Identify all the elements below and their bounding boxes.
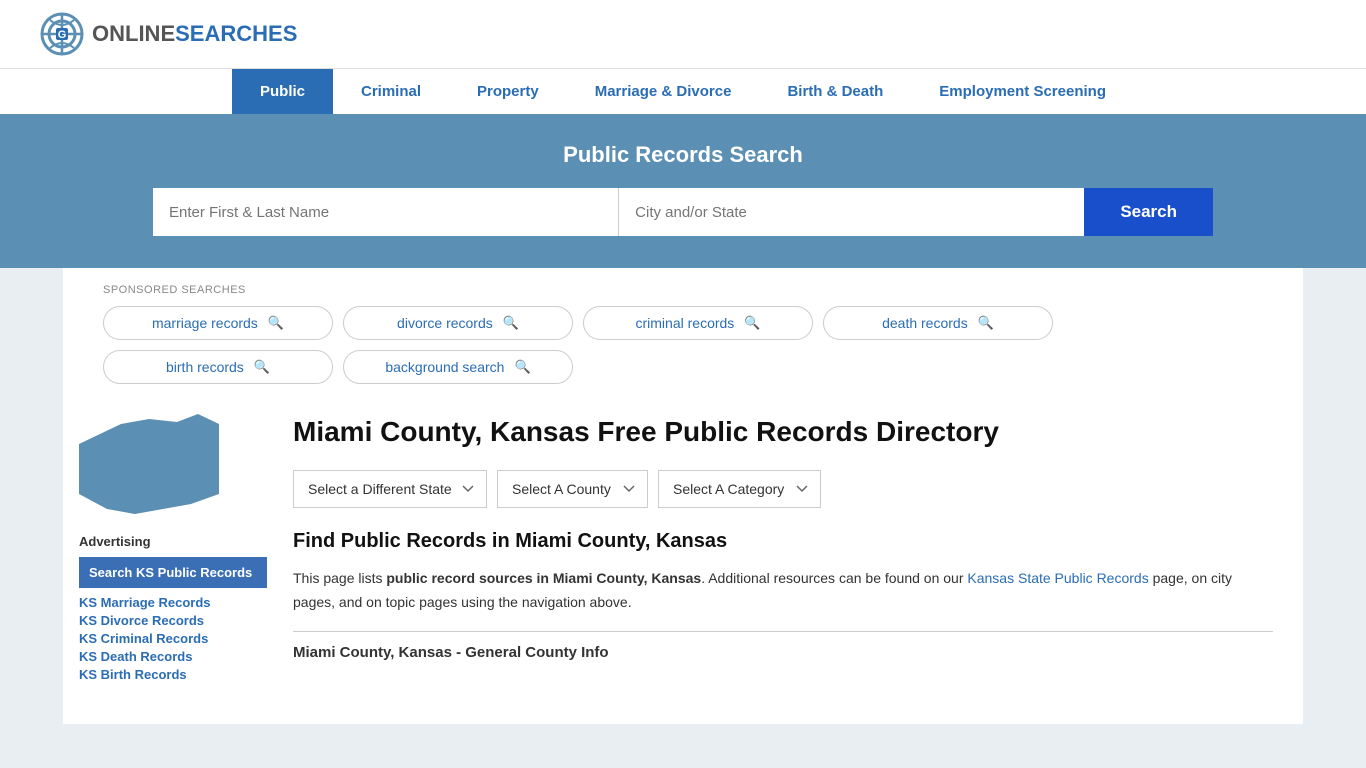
desc-bold: public record sources in Miami County, K… bbox=[386, 570, 701, 586]
sidebar-item-death[interactable]: KS Death Records bbox=[79, 648, 267, 664]
sidebar-link-birth[interactable]: KS Birth Records bbox=[79, 667, 187, 682]
logo-icon: G bbox=[40, 12, 84, 56]
county-dropdown[interactable]: Select A County bbox=[497, 470, 648, 508]
pill-criminal-link[interactable]: criminal records bbox=[636, 315, 735, 331]
advertising-label: Advertising bbox=[79, 534, 267, 549]
name-input[interactable] bbox=[153, 188, 619, 236]
logo-text: ONLINESEARCHES bbox=[92, 21, 297, 47]
sidebar-link-criminal[interactable]: KS Criminal Records bbox=[79, 631, 208, 646]
nav-employment[interactable]: Employment Screening bbox=[911, 69, 1134, 114]
nav-marriage-divorce[interactable]: Marriage & Divorce bbox=[567, 69, 760, 114]
logo[interactable]: G ONLINESEARCHES bbox=[40, 12, 297, 56]
pills-container: marriage records 🔍 divorce records 🔍 cri… bbox=[103, 306, 1263, 384]
category-dropdown[interactable]: Select A Category bbox=[658, 470, 821, 508]
ad-highlight[interactable]: Search KS Public Records bbox=[79, 557, 267, 588]
dropdowns: Select a Different State Select A County… bbox=[293, 470, 1273, 508]
nav-criminal[interactable]: Criminal bbox=[333, 69, 449, 114]
hero-banner: Public Records Search Search bbox=[0, 114, 1366, 268]
sidebar: Advertising Search KS Public Records KS … bbox=[63, 394, 283, 704]
desc-link[interactable]: Kansas State Public Records bbox=[967, 570, 1148, 586]
find-title: Find Public Records in Miami County, Kan… bbox=[293, 530, 1273, 553]
search-icon: 🔍 bbox=[744, 315, 760, 331]
hero-section: Public Records Search Search bbox=[0, 114, 1366, 268]
sidebar-item-divorce[interactable]: KS Divorce Records bbox=[79, 612, 267, 628]
sponsored-section: SPONSORED SEARCHES marriage records 🔍 di… bbox=[63, 268, 1303, 394]
desc-text-1: This page lists bbox=[293, 570, 386, 586]
pill-divorce-link[interactable]: divorce records bbox=[397, 315, 493, 331]
sidebar-link-marriage[interactable]: KS Marriage Records bbox=[79, 595, 211, 610]
search-icon: 🔍 bbox=[503, 315, 519, 331]
pill-criminal[interactable]: criminal records 🔍 bbox=[583, 306, 813, 340]
pill-death-link[interactable]: death records bbox=[882, 315, 968, 331]
nav-property[interactable]: Property bbox=[449, 69, 567, 114]
state-dropdown[interactable]: Select a Different State bbox=[293, 470, 487, 508]
pill-marriage[interactable]: marriage records 🔍 bbox=[103, 306, 333, 340]
pill-divorce[interactable]: divorce records 🔍 bbox=[343, 306, 573, 340]
pill-death[interactable]: death records 🔍 bbox=[823, 306, 1053, 340]
sidebar-item-birth[interactable]: KS Birth Records bbox=[79, 666, 267, 682]
sidebar-item-criminal[interactable]: KS Criminal Records bbox=[79, 630, 267, 646]
search-bar: Search bbox=[153, 188, 1213, 236]
nav-public[interactable]: Public bbox=[232, 69, 333, 114]
description: This page lists public record sources in… bbox=[293, 567, 1273, 615]
search-button[interactable]: Search bbox=[1084, 188, 1213, 236]
pill-background-link[interactable]: background search bbox=[385, 359, 504, 375]
content-area: Advertising Search KS Public Records KS … bbox=[63, 394, 1303, 724]
main-nav: Public Criminal Property Marriage & Divo… bbox=[0, 68, 1366, 114]
main-content: Miami County, Kansas Free Public Records… bbox=[283, 394, 1303, 704]
section-title: Miami County, Kansas - General County In… bbox=[293, 631, 1273, 661]
sidebar-item-marriage[interactable]: KS Marriage Records bbox=[79, 594, 267, 610]
pill-birth[interactable]: birth records 🔍 bbox=[103, 350, 333, 384]
desc-text-2: . Additional resources can be found on o… bbox=[701, 570, 967, 586]
svg-text:G: G bbox=[58, 29, 67, 41]
sidebar-link-divorce[interactable]: KS Divorce Records bbox=[79, 613, 204, 628]
sponsored-label: SPONSORED SEARCHES bbox=[103, 284, 1263, 296]
page-title: Miami County, Kansas Free Public Records… bbox=[293, 414, 1273, 450]
location-input[interactable] bbox=[619, 188, 1084, 236]
pill-marriage-link[interactable]: marriage records bbox=[152, 315, 258, 331]
state-map bbox=[79, 414, 219, 514]
search-icon: 🔍 bbox=[978, 315, 994, 331]
hero-title: Public Records Search bbox=[40, 142, 1326, 168]
sidebar-links: KS Marriage Records KS Divorce Records K… bbox=[79, 594, 267, 682]
search-icon: 🔍 bbox=[268, 315, 284, 331]
search-icon: 🔍 bbox=[254, 359, 270, 375]
sidebar-link-death[interactable]: KS Death Records bbox=[79, 649, 192, 664]
header: G ONLINESEARCHES bbox=[0, 0, 1366, 68]
pill-background[interactable]: background search 🔍 bbox=[343, 350, 573, 384]
nav-birth-death[interactable]: Birth & Death bbox=[759, 69, 911, 114]
pill-birth-link[interactable]: birth records bbox=[166, 359, 244, 375]
search-icon: 🔍 bbox=[514, 359, 530, 375]
main-wrapper: SPONSORED SEARCHES marriage records 🔍 di… bbox=[63, 268, 1303, 724]
